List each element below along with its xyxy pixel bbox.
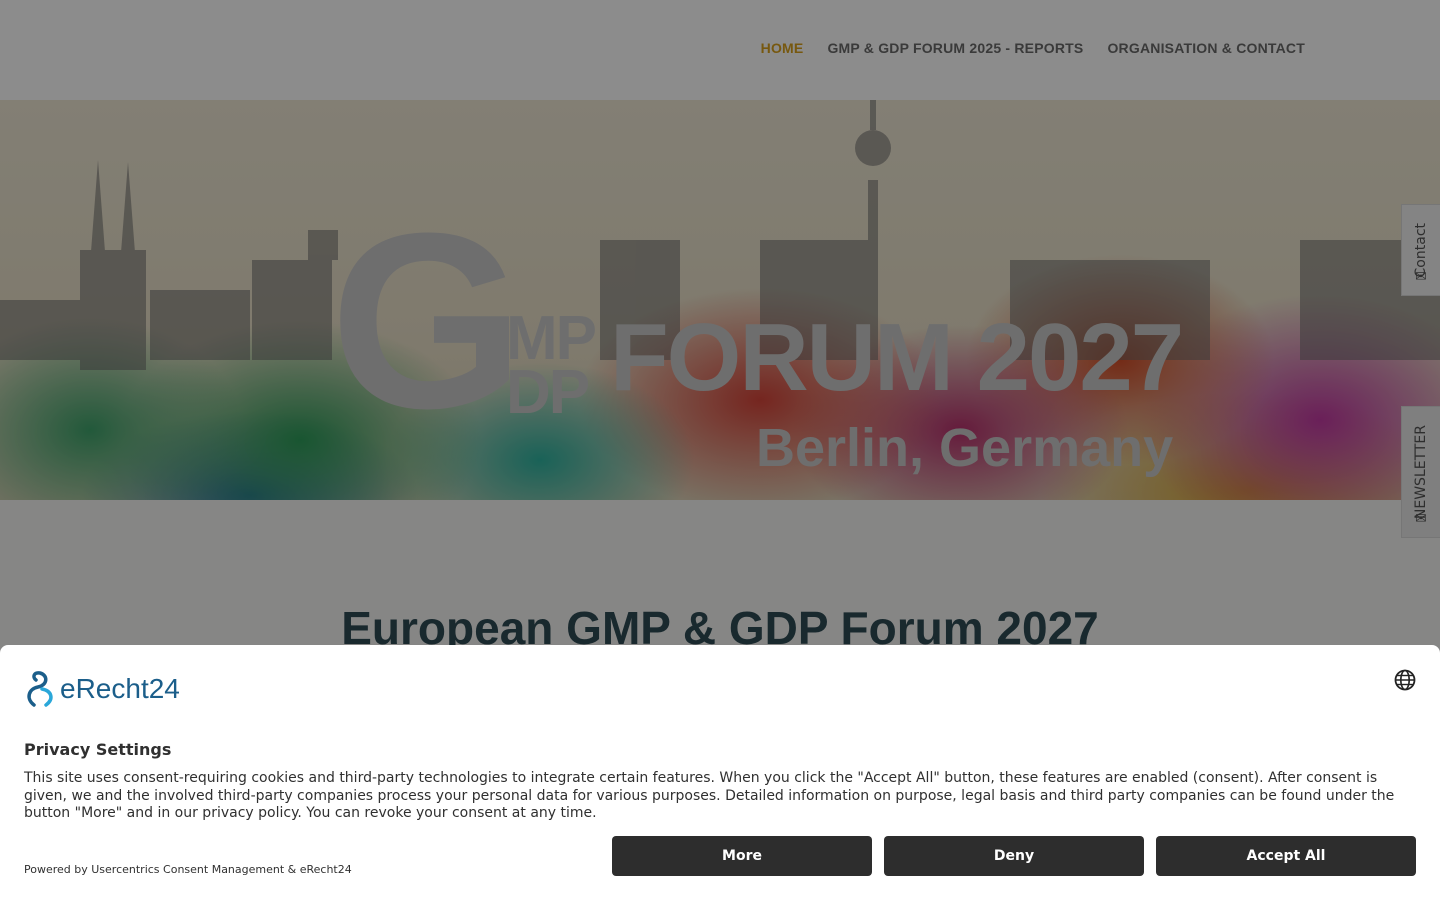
powered-by-text: Powered by Usercentrics Consent Manageme… <box>24 863 352 876</box>
globe-icon[interactable] <box>1394 669 1416 691</box>
brand-name: eRecht24 <box>60 673 180 704</box>
deny-button[interactable]: Deny <box>884 836 1144 876</box>
consent-body-text: This site uses consent-requiring cookies… <box>24 770 1395 821</box>
consent-heading: Privacy Settings <box>24 740 172 759</box>
more-button[interactable]: More <box>612 836 872 876</box>
erecht24-logo: eRecht24 <box>24 669 180 709</box>
erecht24-mark-icon <box>27 671 53 707</box>
accept-all-button[interactable]: Accept All <box>1156 836 1416 876</box>
privacy-consent-dialog: eRecht24 Privacy Settings This site uses… <box>0 645 1440 900</box>
